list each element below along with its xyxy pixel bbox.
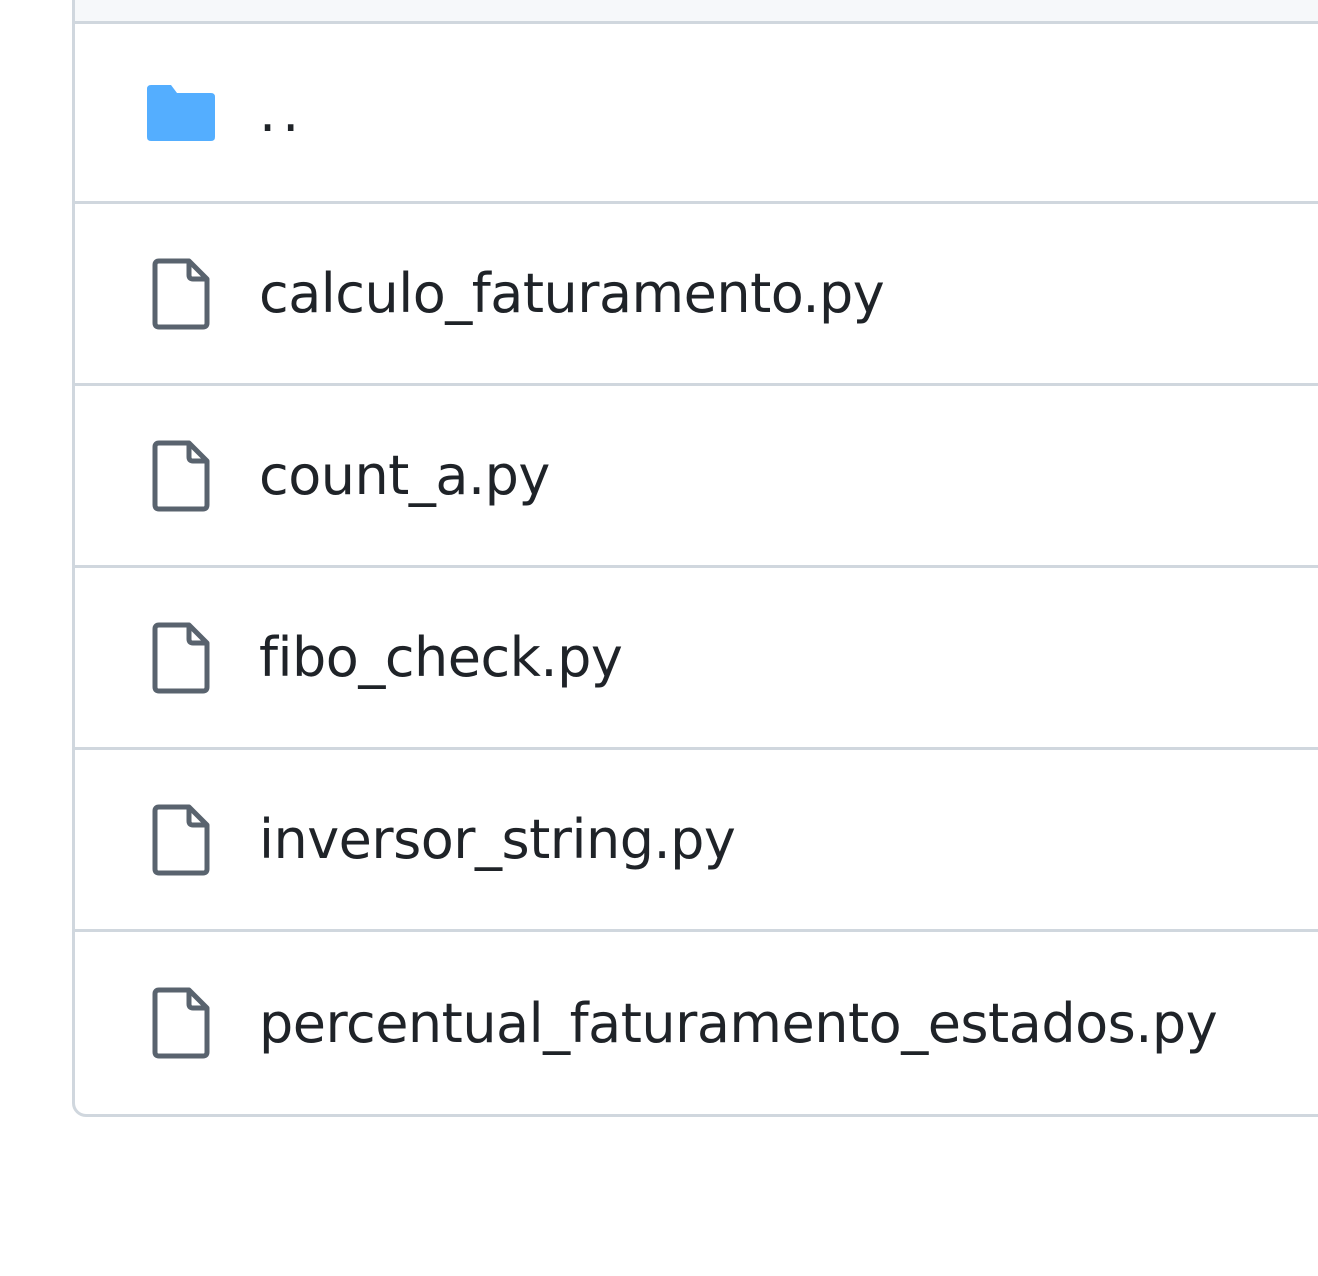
file-list: .. calculo_faturamento.py count_a.py fib… [72, 0, 1318, 1117]
file-row[interactable]: fibo_check.py [75, 568, 1318, 750]
file-icon [145, 987, 217, 1059]
file-icon [145, 622, 217, 694]
parent-directory-row[interactable]: .. [75, 24, 1318, 204]
file-list-header [75, 0, 1318, 24]
file-name-link[interactable]: calculo_faturamento.py [259, 262, 885, 325]
file-icon [145, 440, 217, 512]
file-icon [145, 804, 217, 876]
parent-directory-link[interactable]: .. [259, 81, 305, 144]
file-icon [145, 258, 217, 330]
file-name-link[interactable]: fibo_check.py [259, 626, 623, 689]
file-row[interactable]: calculo_faturamento.py [75, 204, 1318, 386]
file-name-link[interactable]: inversor_string.py [259, 808, 736, 871]
file-name-link[interactable]: percentual_faturamento_estados.py [259, 992, 1218, 1055]
file-row[interactable]: inversor_string.py [75, 750, 1318, 932]
file-row[interactable]: percentual_faturamento_estados.py [75, 932, 1318, 1114]
file-row[interactable]: count_a.py [75, 386, 1318, 568]
folder-icon [145, 77, 217, 149]
file-name-link[interactable]: count_a.py [259, 444, 550, 507]
